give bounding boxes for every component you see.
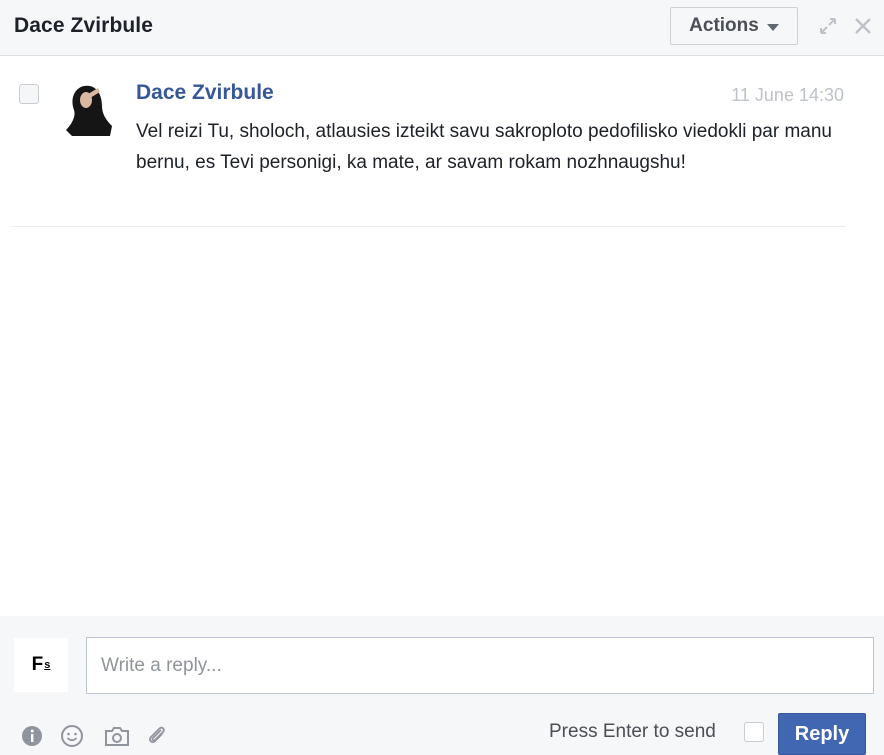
actions-dropdown-button[interactable]: Actions: [670, 7, 798, 45]
logo-superscript: s: [44, 659, 51, 671]
conversation-title: Dace Zvirbule: [14, 14, 154, 37]
message-sender-link[interactable]: Dace Zvirbule: [136, 81, 274, 105]
logo-letter: F: [31, 654, 44, 675]
reply-button[interactable]: Reply: [778, 713, 866, 755]
press-enter-label: Press Enter to send: [549, 721, 716, 742]
press-enter-checkbox[interactable]: [744, 722, 764, 742]
info-icon[interactable]: [20, 724, 44, 748]
conversation-header: Dace Zvirbule Actions: [0, 0, 884, 56]
message-select-checkbox[interactable]: [19, 84, 39, 104]
message-timestamp: 11 June 14:30: [731, 85, 844, 105]
message-body: Vel reizi Tu, sholoch, atlausies izteikt…: [136, 121, 832, 173]
emoji-icon[interactable]: [60, 724, 84, 748]
reply-input[interactable]: [86, 637, 874, 694]
app-logo-icon[interactable]: Fs: [14, 638, 68, 692]
actions-label: Actions: [689, 15, 759, 36]
attach-icon[interactable]: [145, 724, 169, 748]
avatar-image: [62, 80, 120, 138]
close-icon[interactable]: [852, 15, 874, 37]
avatar[interactable]: [62, 80, 120, 138]
chevron-down-icon: [766, 23, 779, 31]
message-divider: [12, 226, 846, 227]
camera-icon[interactable]: [103, 724, 131, 748]
expand-icon[interactable]: [817, 15, 839, 37]
